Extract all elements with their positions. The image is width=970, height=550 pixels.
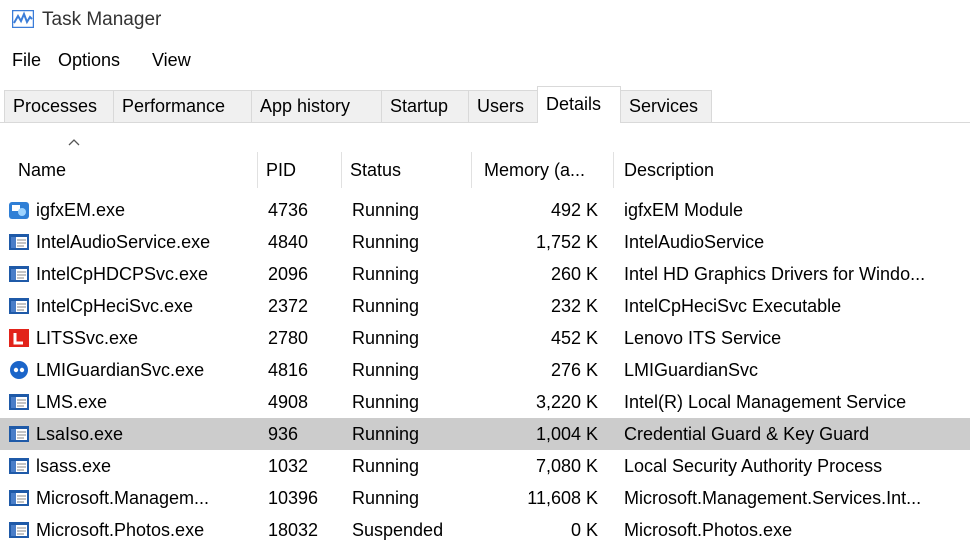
process-status: Running xyxy=(352,424,420,444)
process-name: lsass.exe xyxy=(36,456,112,476)
table-row[interactable]: IntelCpHDCPSvc.exe 2096 Running 260 K Intel … xyxy=(0,258,970,290)
lenovo-l-icon xyxy=(8,328,30,348)
column-header-memory[interactable]: Memory (a... xyxy=(472,152,614,188)
process-status: Suspended xyxy=(352,520,444,540)
column-header-name[interactable]: Name xyxy=(0,152,258,188)
process-pid: 4908 xyxy=(268,392,309,412)
table-header: Name PID Status Memory (a... Description xyxy=(0,138,970,190)
process-pid: 10396 xyxy=(268,488,319,508)
tab-performance[interactable]: Performance xyxy=(113,90,252,122)
process-pid: 1032 xyxy=(268,456,309,476)
process-name: Microsoft.Photos.exe xyxy=(36,520,205,540)
table-row[interactable]: Microsoft.Photos.exe 18032 Suspended 0 K Mic… xyxy=(0,514,970,546)
column-header-description[interactable]: Description xyxy=(614,152,970,188)
process-pid: 4840 xyxy=(268,232,309,252)
window-app-icon xyxy=(8,392,30,412)
process-name: IntelCpHDCPSvc.exe xyxy=(36,264,209,284)
process-name: LMIGuardianSvc.exe xyxy=(36,360,205,380)
tab-users[interactable]: Users xyxy=(468,90,538,122)
table-row[interactable]: IntelCpHeciSvc.exe 2372 Running 232 K IntelC… xyxy=(0,290,970,322)
process-description: IntelCpHeciSvc Executable xyxy=(624,296,842,316)
process-pid: 936 xyxy=(268,424,299,444)
window-app-icon xyxy=(8,424,30,444)
process-memory: 276 K xyxy=(550,360,598,380)
window-app-icon xyxy=(8,264,30,284)
process-description: Local Security Authority Process xyxy=(624,456,883,476)
process-status: Running xyxy=(352,488,420,508)
process-status: Running xyxy=(352,264,420,284)
process-pid: 2372 xyxy=(268,296,309,316)
process-name: igfxEM.exe xyxy=(36,200,126,220)
process-memory: 7,080 K xyxy=(535,456,598,476)
process-pid: 4816 xyxy=(268,360,309,380)
process-description: Microsoft.Management.Services.Int... xyxy=(624,488,922,508)
process-name: LMS.exe xyxy=(36,392,108,412)
process-description: Credential Guard & Key Guard xyxy=(624,424,870,444)
process-status: Running xyxy=(352,392,420,412)
process-description: IntelAudioService xyxy=(624,232,765,252)
process-status: Running xyxy=(352,296,420,316)
tab-startup[interactable]: Startup xyxy=(381,90,469,122)
tab-details[interactable]: Details xyxy=(537,86,621,123)
process-description: Microsoft.Photos.exe xyxy=(624,520,793,540)
process-description: Intel HD Graphics Drivers for Windo... xyxy=(624,264,926,284)
process-memory: 0 K xyxy=(570,520,598,540)
table-row[interactable]: igfxEM.exe 4736 Running 492 K igfxEM Module xyxy=(0,194,970,226)
sort-up-icon xyxy=(68,139,80,146)
process-memory: 1,752 K xyxy=(535,232,598,252)
window-app-icon xyxy=(8,296,30,316)
menu-file[interactable]: File xyxy=(12,50,41,71)
table-row[interactable]: Microsoft.Managem... 10396 Running 11,608 K… xyxy=(0,482,970,514)
process-memory: 492 K xyxy=(550,200,598,220)
process-memory: 1,004 K xyxy=(535,424,598,444)
tab-processes[interactable]: Processes xyxy=(4,90,114,122)
table-row[interactable]: LMIGuardianSvc.exe 4816 Running 276 K LMIGua… xyxy=(0,354,970,386)
column-header-status[interactable]: Status xyxy=(342,152,472,188)
tab-services[interactable]: Services xyxy=(620,90,712,122)
process-pid: 2096 xyxy=(268,264,309,284)
process-memory: 11,608 K xyxy=(527,488,598,508)
table-row[interactable]: IntelAudioService.exe 4840 Running 1,752 K I… xyxy=(0,226,970,258)
process-name: IntelCpHeciSvc.exe xyxy=(36,296,194,316)
process-description: Lenovo ITS Service xyxy=(624,328,782,348)
process-status: Running xyxy=(352,232,420,252)
process-memory: 452 K xyxy=(550,328,598,348)
tab-app-history[interactable]: App history xyxy=(251,90,382,122)
menu-view[interactable]: View xyxy=(152,50,191,71)
process-memory: 232 K xyxy=(550,296,598,316)
process-status: Running xyxy=(352,456,420,476)
process-pid: 2780 xyxy=(268,328,309,348)
title-bar: Task Manager xyxy=(0,0,970,40)
column-header-pid[interactable]: PID xyxy=(258,152,342,188)
process-pid: 4736 xyxy=(268,200,309,220)
process-memory: 260 K xyxy=(550,264,598,284)
process-status: Running xyxy=(352,200,420,220)
window-app-icon xyxy=(8,232,30,252)
tab-strip: Processes Performance App history Startu… xyxy=(0,86,970,123)
table-row[interactable]: LMS.exe 4908 Running 3,220 K Intel(R) Local … xyxy=(0,386,970,418)
process-memory: 3,220 K xyxy=(535,392,598,412)
process-name: LsaIso.exe xyxy=(36,424,124,444)
logmein-icon xyxy=(8,360,30,380)
process-status: Running xyxy=(352,328,420,348)
process-name: Microsoft.Managem... xyxy=(36,488,210,508)
task-manager-icon xyxy=(12,10,34,28)
table-row[interactable]: LsaIso.exe 936 Running 1,004 K Credential Gu… xyxy=(0,418,970,450)
process-description: Intel(R) Local Management Service xyxy=(624,392,907,412)
process-description: LMIGuardianSvc xyxy=(624,360,759,380)
process-pid: 18032 xyxy=(268,520,319,540)
process-name: LITSSvc.exe xyxy=(36,328,139,348)
table-row[interactable]: lsass.exe 1032 Running 7,080 K Local Securit… xyxy=(0,450,970,482)
process-status: Running xyxy=(352,360,420,380)
process-description: igfxEM Module xyxy=(624,200,744,220)
table-row[interactable]: LITSSvc.exe 2780 Running 452 K Lenovo ITS Se… xyxy=(0,322,970,354)
window-app-icon xyxy=(8,520,30,540)
window-app-icon xyxy=(8,456,30,476)
window-title: Task Manager xyxy=(42,9,162,30)
igfx-icon xyxy=(8,200,30,220)
process-name: IntelAudioService.exe xyxy=(36,232,211,252)
menu-options[interactable]: Options xyxy=(58,50,120,71)
window-app-icon xyxy=(8,488,30,508)
